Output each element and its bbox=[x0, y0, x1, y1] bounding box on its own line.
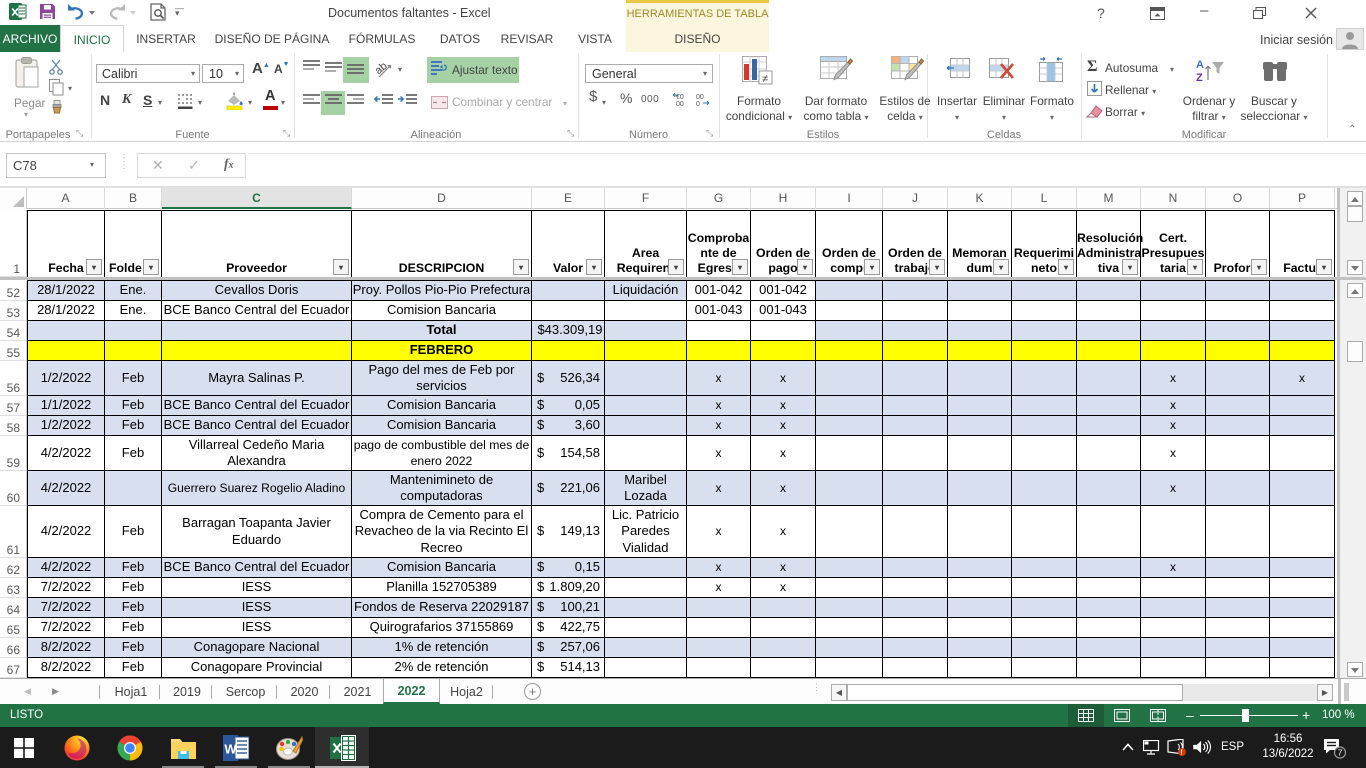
svg-text:W: W bbox=[224, 742, 237, 757]
svg-text:00: 00 bbox=[676, 101, 684, 107]
svg-text:0: 0 bbox=[696, 101, 700, 107]
svg-text:!: ! bbox=[1180, 748, 1183, 757]
svg-text:Z: Z bbox=[1196, 72, 1203, 84]
svg-text:7: 7 bbox=[1338, 748, 1343, 758]
svg-text:A: A bbox=[1196, 59, 1204, 71]
svg-text:≠: ≠ bbox=[762, 73, 768, 85]
svg-text:00: 00 bbox=[696, 94, 704, 101]
